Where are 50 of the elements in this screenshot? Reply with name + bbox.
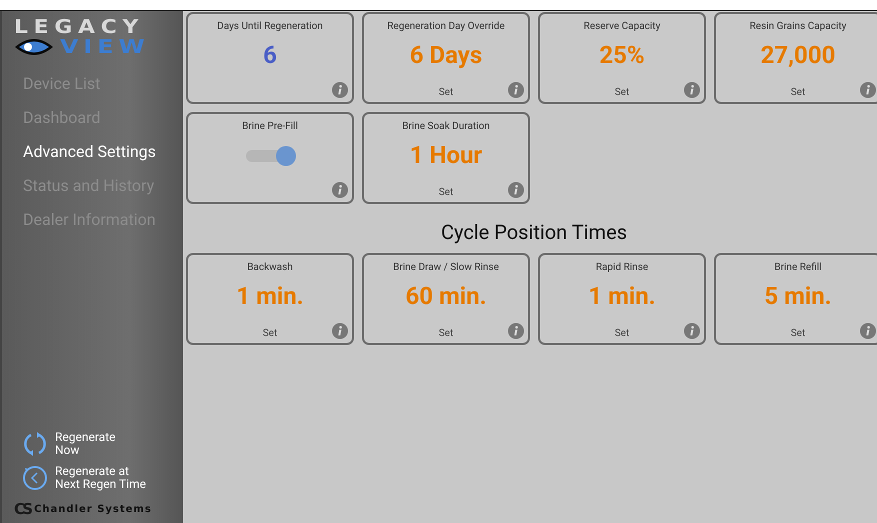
card-title: Brine Soak Duration (402, 121, 490, 132)
card-title: Brine Refill (774, 262, 822, 273)
clock-icon (22, 465, 48, 491)
card-title: Days Until Regeneration (217, 21, 323, 32)
card-title: Reserve Capacity (584, 21, 660, 32)
logo-text: VIEW (60, 37, 150, 57)
setting-value: 1 Hour (410, 141, 482, 169)
nav-item[interactable]: Advanced Settings (23, 139, 183, 165)
setting-value: 6 (263, 41, 277, 69)
eye-icon (14, 37, 54, 57)
action-label[interactable]: Regenerate Now (55, 431, 116, 457)
card-title: Brine Pre-Fill (242, 121, 298, 132)
card-title: Regeneration Day Override (387, 21, 505, 32)
set-button[interactable]: Set (438, 87, 454, 98)
brand-name: Chandler Systems (34, 504, 152, 514)
info-icon[interactable] (508, 82, 524, 98)
setting-value: 5 min. (764, 282, 832, 310)
section-heading: Cycle Position Times (440, 220, 628, 244)
info-icon[interactable] (684, 82, 700, 98)
set-button[interactable]: Set (790, 87, 806, 98)
info-icon[interactable] (332, 182, 348, 198)
info-icon[interactable] (860, 323, 876, 339)
logo-text: LEGACY (14, 17, 146, 37)
set-button[interactable]: Set (614, 87, 630, 98)
set-button[interactable]: Set (790, 328, 806, 339)
setting-value: 60 min. (405, 282, 487, 310)
refresh-icon (22, 431, 48, 457)
setting-value: 25% (599, 41, 645, 69)
setting-value: 27,000 (760, 41, 836, 69)
toggle-thumb[interactable] (276, 146, 296, 166)
card-title: Resin Grains Capacity (750, 21, 846, 32)
info-icon[interactable] (684, 323, 700, 339)
card-title: Rapid Rinse (596, 262, 648, 273)
setting-value: 1 min. (236, 282, 304, 310)
card-title: Backwash (247, 262, 293, 273)
action-label[interactable]: Regenerate at Next Regen Time (55, 465, 146, 491)
info-icon[interactable] (332, 82, 348, 98)
set-button[interactable]: Set (438, 328, 454, 339)
card-title: Brine Draw / Slow Rinse (393, 262, 499, 273)
setting-value: 1 min. (588, 282, 656, 310)
info-icon[interactable] (332, 323, 348, 339)
brand-logo: CS (14, 501, 30, 517)
set-button[interactable]: Set (262, 328, 278, 339)
set-button[interactable]: Set (438, 187, 454, 198)
info-icon[interactable] (508, 182, 524, 198)
set-button[interactable]: Set (614, 328, 630, 339)
toggle-switch[interactable] (244, 146, 296, 166)
info-icon[interactable] (860, 82, 876, 98)
info-icon[interactable] (508, 323, 524, 339)
setting-value: 6 Days (410, 41, 482, 69)
